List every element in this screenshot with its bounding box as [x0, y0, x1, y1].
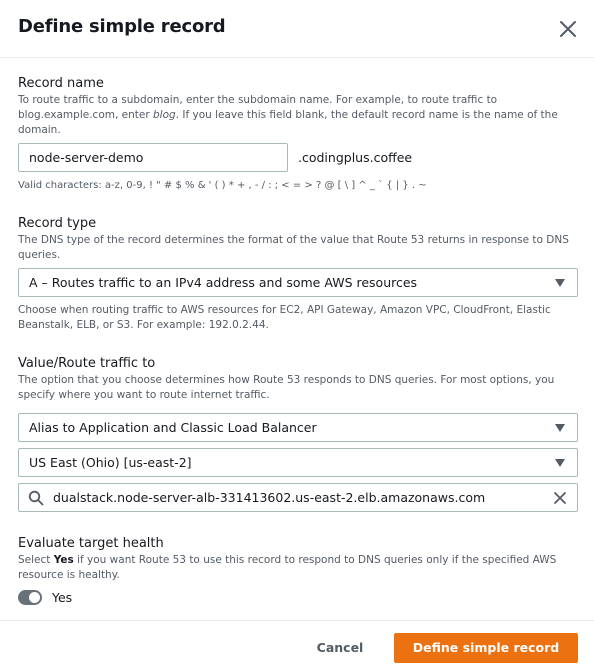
record-name-input[interactable]: node-server-demo	[18, 143, 288, 172]
close-icon	[560, 21, 576, 37]
record-name-label: Record name	[18, 76, 104, 91]
evaluate-health-toggle[interactable]	[18, 590, 42, 605]
record-type-label: Record type	[18, 216, 97, 231]
search-icon	[28, 490, 44, 506]
toggle-label: Yes	[52, 590, 73, 605]
value-route-label: Value/Route traffic to	[18, 356, 156, 371]
endpoint-value: Alias to Application and Classic Load Ba…	[29, 420, 317, 435]
health-description: Select Yes if you want Route 53 to use t…	[18, 554, 557, 581]
health-label: Evaluate target health	[18, 536, 164, 551]
load-balancer-value: dualstack.node-server-alb-331413602.us-e…	[53, 490, 486, 505]
region-select[interactable]: US East (Ohio) [us-east-2]	[18, 448, 578, 477]
record-type-hint: Choose when routing traffic to AWS resou…	[18, 304, 551, 331]
record-name-description: To route traffic to a subdomain, enter t…	[18, 94, 558, 136]
close-button[interactable]	[556, 17, 580, 41]
caret-down-icon	[555, 459, 565, 467]
caret-down-icon	[555, 424, 565, 432]
record-type-description: The DNS type of the record determines th…	[18, 234, 569, 261]
clear-icon[interactable]	[552, 490, 568, 506]
record-type-select[interactable]: A – Routes traffic to an IPv4 address an…	[18, 268, 578, 297]
load-balancer-search-input[interactable]: dualstack.node-server-alb-331413602.us-e…	[18, 483, 578, 512]
caret-down-icon	[555, 279, 565, 287]
record-name-valid-chars: Valid characters: a-z, 0-9, ! " # $ % & …	[18, 180, 427, 191]
define-simple-record-button[interactable]: Define simple record	[394, 633, 578, 663]
value-route-description: The option that you choose determines ho…	[18, 374, 555, 401]
endpoint-select[interactable]: Alias to Application and Classic Load Ba…	[18, 413, 578, 442]
toggle-knob	[29, 592, 40, 603]
domain-suffix: .codingplus.coffee	[298, 150, 413, 165]
record-type-value: A – Routes traffic to an IPv4 address an…	[29, 275, 418, 290]
modal-title: Define simple record	[18, 16, 226, 37]
modal-header: Define simple record	[0, 0, 594, 58]
cancel-button[interactable]: Cancel	[310, 633, 370, 663]
region-value: US East (Ohio) [us-east-2]	[29, 455, 192, 470]
